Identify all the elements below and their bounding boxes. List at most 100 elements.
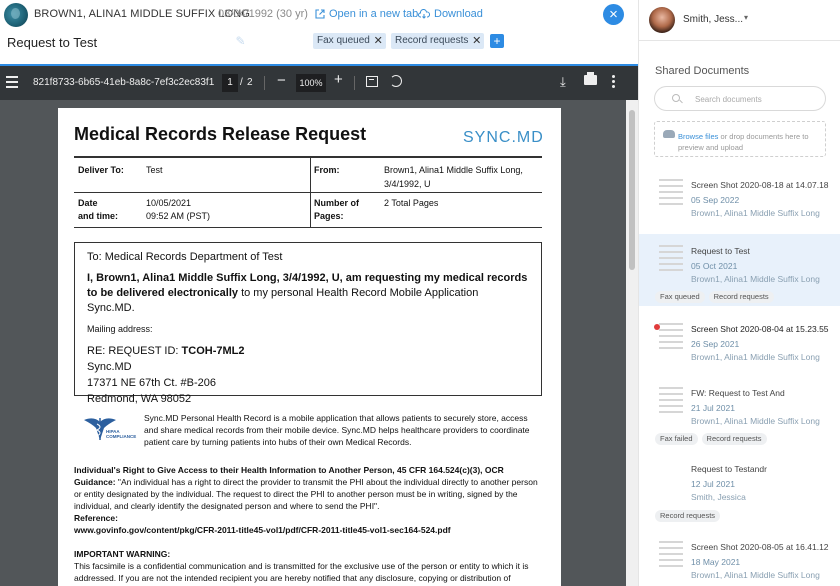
zoom-out-button[interactable]: −	[277, 72, 286, 89]
document-name: Request to Test	[691, 246, 750, 256]
zoom-level-input[interactable]: 100%	[296, 74, 326, 92]
patient-avatar	[4, 3, 28, 27]
reference-label: Reference:	[74, 513, 118, 523]
document-list-item[interactable]: Request to Testandr 12 Jul 2021 Smith, J…	[639, 452, 840, 524]
user-avatar[interactable]	[649, 7, 675, 33]
remove-tag-icon[interactable]: ✕	[374, 33, 383, 49]
pdf-canvas[interactable]: Medical Records Release Request SYNC.MD …	[0, 100, 626, 586]
document-tags: Fax failed Record requests	[655, 433, 767, 445]
document-name: Screen Shot 2020-08-04 at 15.23.55	[691, 324, 829, 334]
search-box	[654, 86, 826, 111]
remove-tag-icon[interactable]: ✕	[472, 33, 481, 49]
document-title: Request to Test	[7, 35, 98, 50]
more-options-icon[interactable]	[612, 75, 618, 90]
pdf-download-icon[interactable]: ⤓	[560, 74, 566, 90]
user-name[interactable]: Smith, Jess...	[683, 14, 743, 25]
document-list-item[interactable]: Screen Shot 2020-08-18 at 14.07.18 05 Se…	[639, 168, 840, 230]
document-list-item-selected[interactable]: Request to Test 05 Oct 2021 Brown1, Alin…	[639, 234, 840, 306]
zoom-in-button[interactable]: +	[334, 71, 343, 88]
pages-value: 2 Total Pages	[384, 198, 439, 208]
document-tag: Fax failed	[655, 433, 698, 445]
document-thumbnail-icon	[659, 387, 683, 417]
request-id-line: RE: REQUEST ID: TCOH-7ML2	[87, 343, 529, 359]
document-date: 21 Jul 2021	[691, 403, 735, 413]
patient-dob: 03/04/1992 (30 yr)	[218, 8, 308, 20]
document-tag: Fax queued	[655, 291, 705, 303]
document-patient: Brown1, Alina1 Middle Suffix Long	[691, 416, 820, 426]
deliver-to-label: Deliver To:	[78, 165, 124, 175]
print-icon[interactable]	[584, 72, 597, 85]
page-heading: Medical Records Release Request	[74, 124, 367, 144]
request-box: To: Medical Records Department of Test I…	[74, 242, 542, 405]
document-list-item[interactable]: Screen Shot 2020-08-05 at 16.41.12 18 Ma…	[639, 530, 840, 586]
browse-files-link[interactable]: Browse files	[678, 132, 718, 141]
warning-text: This facsimile is a confidential communi…	[74, 561, 529, 583]
request-id: TCOH-7ML2	[181, 345, 245, 357]
scrollbar-thumb[interactable]	[629, 110, 635, 270]
document-name: Screen Shot 2020-08-18 at 14.07.18	[691, 180, 829, 190]
pdf-scrollbar[interactable]	[626, 100, 638, 586]
chevron-down-icon[interactable]: ▾	[744, 13, 748, 22]
document-patient: Brown1, Alina1 Middle Suffix Long	[691, 274, 820, 284]
address-line-2: 17371 NE 67th Ct. #B-206	[87, 377, 217, 389]
document-list-item[interactable]: Screen Shot 2020-08-04 at 15.23.55 26 Se…	[639, 312, 840, 372]
document-patient: Brown1, Alina1 Middle Suffix Long	[691, 208, 820, 218]
cloud-upload-icon	[663, 130, 675, 138]
date-label: Date	[78, 198, 98, 208]
rotate-icon[interactable]	[390, 75, 402, 87]
upload-dropzone[interactable]: Browse files or drop documents here to p…	[654, 121, 826, 157]
document-date: 05 Sep 2022	[691, 195, 740, 205]
download-link[interactable]: Download	[418, 8, 483, 20]
pdf-page: Medical Records Release Request SYNC.MD …	[58, 108, 561, 586]
hipaa-logo-text: HIPAA COMPLIANCE	[106, 429, 137, 439]
document-tag: Record requests	[701, 433, 767, 445]
page-separator: /	[240, 77, 243, 88]
page-total: 2	[247, 77, 253, 88]
deliver-to-value: Test	[146, 165, 163, 175]
add-tag-button[interactable]: +	[490, 34, 504, 48]
mailing-label: Mailing address:	[87, 324, 153, 334]
pages-label-2: Pages:	[314, 211, 344, 221]
pdf-filename: 821f8733-6b65-41eb-8a8c-7ef3c2ec83f1	[33, 77, 215, 88]
patient-header: BROWN1, ALINA1 MIDDLE SUFFIX LONG 03/04/…	[0, 0, 638, 30]
open-in-new-tab-link[interactable]: Open in a new tab	[315, 8, 418, 20]
tag-label: Record requests	[395, 35, 469, 46]
table-divider	[310, 158, 311, 192]
document-name: Screen Shot 2020-08-05 at 16.41.12	[691, 542, 829, 552]
document-thumbnail-icon	[659, 323, 683, 353]
document-patient: Brown1, Alina1 Middle Suffix Long	[691, 570, 820, 580]
download-label: Download	[434, 8, 483, 20]
request-recipient: To: Medical Records Department of Test	[87, 251, 283, 263]
page-number-input[interactable]: 1	[222, 74, 238, 92]
tag-fax-queued: Fax queued ✕	[313, 33, 386, 49]
document-title-row: Request to Test ✎ Fax queued ✕ Record re…	[0, 30, 638, 64]
document-thumbnail-icon	[659, 541, 683, 571]
fit-to-page-icon[interactable]	[366, 76, 378, 87]
upload-text: Browse files or drop documents here to p…	[678, 131, 824, 153]
document-tag: Record requests	[708, 291, 774, 303]
edit-icon[interactable]: ✎	[231, 32, 250, 51]
meta-table: Deliver To: Test From: Brown1, Alina1 Mi…	[74, 156, 542, 228]
from-label: From:	[314, 165, 340, 175]
menu-icon[interactable]	[6, 76, 18, 88]
syncmd-description: Sync.MD Personal Health Record is a mobi…	[144, 413, 530, 447]
hipaa-compliance-logo: HIPAA COMPLIANCE	[80, 414, 138, 442]
document-tags: Record requests	[655, 510, 721, 522]
tag-record-requests: Record requests ✕	[391, 33, 485, 49]
time-value: 09:52 AM (PST)	[146, 211, 211, 221]
warning-block: IMPORTANT WARNING: This facsimile is a c…	[74, 548, 546, 584]
open-in-new-tab-label: Open in a new tab	[329, 8, 419, 20]
rights-block: Individual's Right to Give Access to the…	[74, 464, 546, 536]
document-date: 26 Sep 2021	[691, 339, 740, 349]
document-thumbnail-icon	[659, 245, 683, 275]
search-input[interactable]	[695, 92, 805, 106]
warning-title: IMPORTANT WARNING:	[74, 549, 171, 559]
document-tags: Fax queued Record requests	[655, 291, 774, 303]
close-button[interactable]: ×	[603, 4, 624, 25]
document-patient: Brown1, Alina1 Middle Suffix Long	[691, 352, 820, 362]
document-list-item[interactable]: FW: Request to Test And 21 Jul 2021 Brow…	[639, 376, 840, 448]
shared-documents-panel: Smith, Jess... ▾ Shared Documents Browse…	[638, 0, 840, 586]
address-line-1: Sync.MD	[87, 361, 132, 373]
document-tag: Record requests	[655, 510, 721, 522]
shared-documents-title: Shared Documents	[655, 65, 750, 77]
